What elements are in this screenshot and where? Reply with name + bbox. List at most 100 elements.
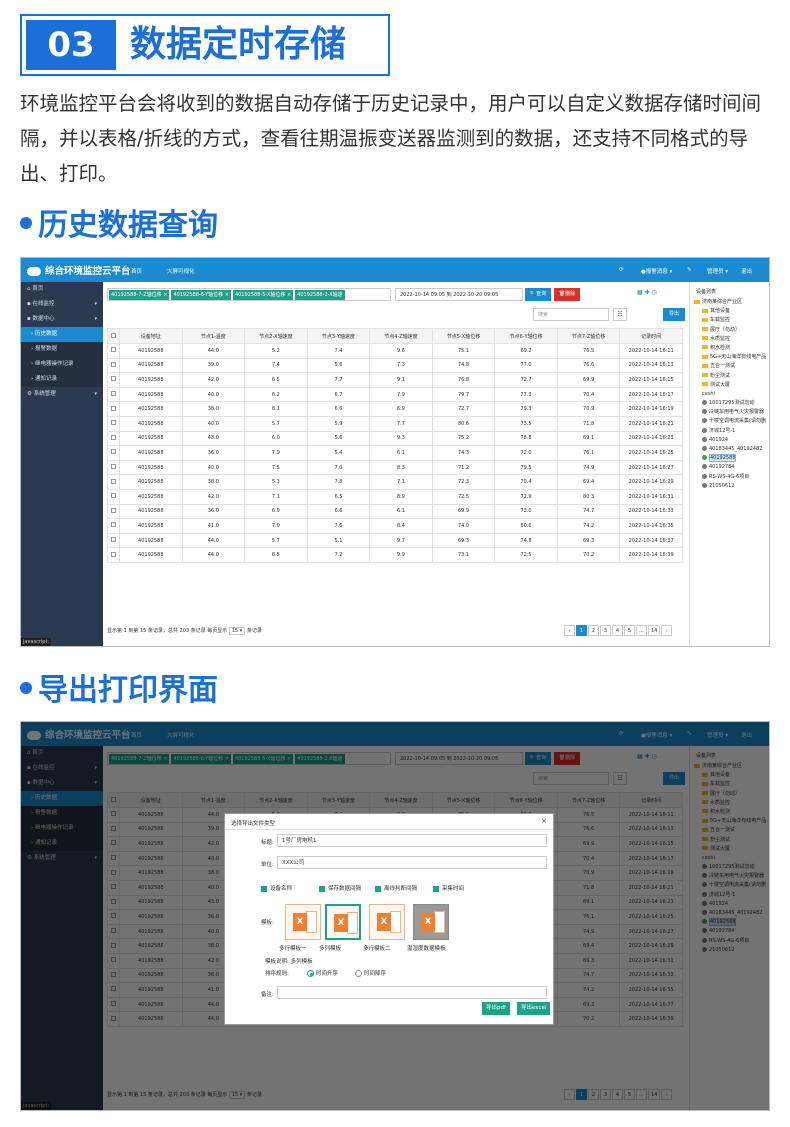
- row-checkbox[interactable]: [107, 386, 120, 403]
- date-range-input[interactable]: 2022-10-14 09:05 到 2022-10-20 09:05: [395, 288, 523, 301]
- export-pdf-button[interactable]: 导出pdf: [482, 1002, 510, 1015]
- sort-desc-radio[interactable]: 时间降序: [355, 969, 386, 977]
- tree-node[interactable]: 粉尘测试: [690, 372, 769, 381]
- sidebar-item[interactable]: ⌂ 首页: [21, 282, 103, 297]
- tree-node[interactable]: 21050612: [690, 482, 769, 491]
- row-checkbox[interactable]: [107, 488, 120, 505]
- row-checkbox[interactable]: [107, 343, 120, 359]
- delete-button[interactable]: 🗑删除: [554, 288, 580, 301]
- sort-asc-radio[interactable]: 时间升序: [307, 969, 338, 977]
- bell-icon[interactable]: ✎: [687, 267, 692, 273]
- row-checkbox[interactable]: [107, 503, 120, 520]
- tree-node[interactable]: 401924: [690, 436, 769, 445]
- selected-chip[interactable]: 40192588-5-X轴位移 ×: [232, 290, 294, 300]
- close-icon[interactable]: ×: [541, 817, 547, 825]
- alarm-menu[interactable]: ●报警消息 ▾: [641, 267, 672, 275]
- sidebar-item[interactable]: ⚙ 系统管理▾: [21, 387, 103, 402]
- tree-node[interactable]: 40183445_40192482: [690, 445, 769, 454]
- column-header[interactable]: 节点3-Y轴速度: [306, 328, 371, 344]
- sidebar-item[interactable]: › 报警数据: [21, 342, 103, 357]
- row-checkbox[interactable]: [107, 459, 120, 476]
- column-header[interactable]: 节点2-X轴速度: [244, 328, 308, 344]
- tree-node[interactable]: 济城12号-1: [690, 427, 769, 436]
- table-row[interactable]: 4019258843.06.05.69.375.278.869.12022-10…: [107, 430, 683, 447]
- sidebar-item[interactable]: › 历史数据: [21, 327, 103, 342]
- option-checkbox[interactable]: 离线判断间隔: [375, 884, 417, 892]
- remark-input[interactable]: [277, 986, 547, 999]
- column-header[interactable]: 记录时间: [619, 328, 683, 344]
- column-header[interactable]: 节点4-Z轴速度: [369, 328, 433, 344]
- export-button[interactable]: 导出: [663, 308, 685, 321]
- tree-node[interactable]: 积水检测: [690, 344, 769, 353]
- table-row[interactable]: 4019258836.07.95.46.174.372.076.12022-10…: [107, 445, 683, 461]
- table-row[interactable]: 4019258838.05.37.87.172.370.469.42022-10…: [107, 474, 683, 490]
- row-checkbox[interactable]: [107, 372, 120, 388]
- table-row[interactable]: 4019258842.07.16.58.972.572.980.32022-10…: [107, 488, 683, 505]
- unit-input[interactable]: XXX公司: [277, 856, 547, 869]
- tree-node[interactable]: 10017295测试勿动: [690, 399, 769, 408]
- table-row[interactable]: 4019258844.05.75.19.769.374.869.32022-10…: [107, 532, 683, 549]
- row-checkbox[interactable]: [107, 401, 120, 417]
- select-all-checkbox[interactable]: [107, 328, 120, 344]
- tree-node[interactable]: 冷链车用电气火灾报警器: [690, 408, 769, 417]
- chip-select[interactable]: 40192588-7-Z轴位移 ×40192588-6-Y轴位移 ×401925…: [107, 288, 391, 301]
- page-link[interactable]: 4: [612, 625, 623, 636]
- query-button[interactable]: 🔍查询: [525, 288, 551, 301]
- template-option[interactable]: X: [325, 904, 361, 940]
- page-link[interactable]: 2: [588, 625, 599, 636]
- template-option[interactable]: X: [285, 904, 321, 940]
- tree-node[interactable]: 5G+无山海洋有线电产品: [690, 353, 769, 362]
- template-option[interactable]: X: [369, 904, 405, 940]
- selected-chip[interactable]: 40192588-7-Z轴位移 ×: [109, 290, 170, 300]
- tree-node[interactable]: RS-WS-4G-6项目: [690, 473, 769, 482]
- tree-node[interactable]: 五合一测试: [690, 362, 769, 371]
- list-icon[interactable]: ☷: [613, 308, 627, 321]
- table-row[interactable]: 4019258839.07.45.67.374.877.076.62022-10…: [107, 357, 683, 374]
- option-checkbox[interactable]: 采集时间: [433, 884, 464, 892]
- sidebar-item[interactable]: ▪ 数据中心▾: [21, 312, 103, 327]
- tree-node[interactable]: 展厅（勿动）: [690, 326, 769, 335]
- row-checkbox[interactable]: [107, 532, 120, 549]
- page-link[interactable]: 14: [648, 625, 661, 636]
- tree-node[interactable]: 其他设备: [690, 307, 769, 316]
- tree-node[interactable]: 40192784: [690, 463, 769, 472]
- column-header[interactable]: 节点6-Y轴位移: [494, 328, 558, 344]
- search-input[interactable]: 搜索: [533, 308, 609, 321]
- table-row[interactable]: 4019258842.06.57.79.176.872.769.92022-10…: [107, 372, 683, 388]
- row-checkbox[interactable]: [107, 547, 120, 563]
- refresh-icon[interactable]: ⟳: [619, 267, 624, 273]
- row-checkbox[interactable]: [107, 430, 120, 447]
- table-row[interactable]: 4019258840.07.57.08.371.279.574.92022-10…: [107, 459, 683, 476]
- sidebar-item[interactable]: › 通知记录: [21, 372, 103, 387]
- row-checkbox[interactable]: [107, 357, 120, 374]
- tree-node[interactable]: 济南某综合产业区: [690, 298, 769, 307]
- table-row[interactable]: 4019258838.08.16.66.972.779.370.92022-10…: [107, 401, 683, 417]
- column-header[interactable]: 节点7-Z轴位移: [556, 328, 621, 344]
- chart-toggle-icon[interactable]: ▦ ✚ ◷: [637, 289, 657, 296]
- row-checkbox[interactable]: [107, 415, 120, 432]
- page-link[interactable]: ‹: [564, 625, 575, 636]
- nav-item[interactable]: 首页: [131, 267, 142, 275]
- option-checkbox[interactable]: 设备名称: [261, 884, 292, 892]
- tree-node[interactable]: ceshi: [690, 390, 769, 399]
- tree-node[interactable]: 40192588: [690, 454, 769, 463]
- selected-chip[interactable]: 40192588-2-X轴速: [295, 290, 345, 300]
- table-row[interactable]: 4019258844.08.57.29.973.172.570.22022-10…: [107, 547, 683, 563]
- export-excel-button[interactable]: 导出excel: [517, 1002, 551, 1015]
- table-row[interactable]: 4019258840.05.75.97.780.673.571.82022-10…: [107, 415, 683, 432]
- column-header[interactable]: 节点1-温度: [181, 328, 246, 344]
- table-row[interactable]: 4019258840.06.26.77.979.777.370.42022-10…: [107, 386, 683, 403]
- tree-node[interactable]: 车载监控: [690, 316, 769, 325]
- title-input[interactable]: 1号厂房电机1: [277, 834, 547, 847]
- user-menu[interactable]: 管理员 ▾: [707, 267, 728, 275]
- page-link[interactable]: ›: [661, 625, 673, 636]
- template-option[interactable]: X: [413, 904, 449, 940]
- page-size-select[interactable]: 15 ▾: [228, 627, 246, 635]
- sidebar-item[interactable]: › 继电器操作记录: [21, 357, 103, 372]
- tree-node[interactable]: 测试大厦: [690, 381, 769, 390]
- selected-chip[interactable]: 40192588-6-Y轴位移 ×: [171, 290, 231, 300]
- tree-node[interactable]: 十楼空调电流采集(请勿删: [690, 417, 769, 426]
- page-link[interactable]: 5: [624, 625, 635, 636]
- logout-link[interactable]: 退出: [741, 267, 752, 275]
- table-row[interactable]: 4019258841.07.07.68.474.080.674.22022-10…: [107, 518, 683, 534]
